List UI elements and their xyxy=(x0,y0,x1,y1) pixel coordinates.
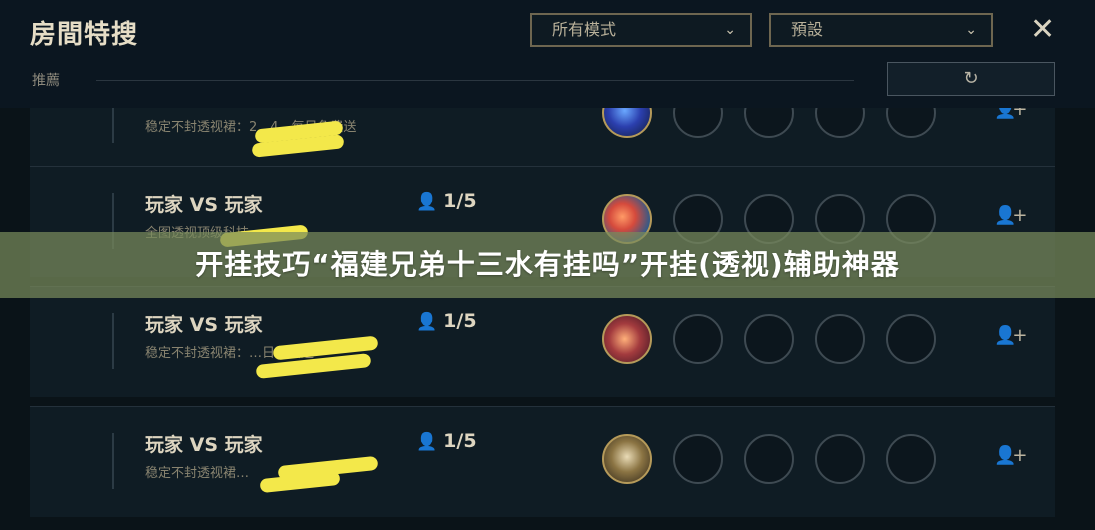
join-party-icon[interactable]: 👤+ xyxy=(994,325,1027,346)
refresh-icon: ↻ xyxy=(963,68,979,89)
preset-dropdown-label: 預設 xyxy=(791,20,824,39)
host-avatar[interactable] xyxy=(602,108,652,138)
join-party-icon[interactable]: 👤+ xyxy=(994,205,1027,226)
player-count: 👤 1/5 xyxy=(416,310,477,332)
join-party-icon[interactable]: 👤+ xyxy=(994,108,1027,120)
empty-slot[interactable] xyxy=(744,434,794,484)
overlay-banner: 开挂技巧“福建兄弟十三水有挂吗”开挂(透视)辅助神器 xyxy=(0,232,1095,298)
room-name: 玩家 VS 玩家 xyxy=(145,314,263,336)
row-divider xyxy=(112,433,114,489)
join-party-icon[interactable]: 👤+ xyxy=(994,445,1027,466)
chevron-down-icon: ⌄ xyxy=(965,22,977,38)
person-icon: 👤 xyxy=(416,312,438,332)
close-icon[interactable]: ✕ xyxy=(1030,12,1055,48)
host-avatar[interactable] xyxy=(602,434,652,484)
mode-dropdown[interactable]: 所有模式 ⌄ xyxy=(530,13,752,47)
empty-slot[interactable] xyxy=(744,314,794,364)
person-icon: 👤 xyxy=(416,192,438,212)
empty-slot[interactable] xyxy=(815,108,865,138)
player-count: 👤 1/5 xyxy=(416,430,477,452)
empty-slot[interactable] xyxy=(815,314,865,364)
header-bar: 房間特搜 所有模式 ⌄ 預設 ⌄ ✕ 推薦 ↻ xyxy=(0,0,1095,108)
room-name: 玩家 VS 玩家 xyxy=(145,194,263,216)
row-divider xyxy=(112,313,114,369)
recommend-label: 推薦 xyxy=(32,73,60,89)
empty-slot[interactable] xyxy=(886,108,936,138)
room-list: 稳定不封透视裙：2…4，每日免费送 👤+ 玩家 VS 玩家 👤1/5 全图透视顶… xyxy=(30,108,1055,530)
room-row[interactable]: 玩家 VS 玩家 👤 1/5 稳定不封透视裙… 👤+ xyxy=(30,406,1055,517)
person-icon: 👤 xyxy=(416,432,438,452)
empty-slot[interactable] xyxy=(886,314,936,364)
chevron-down-icon: ⌄ xyxy=(724,22,736,38)
room-row[interactable]: 稳定不封透视裙：2…4，每日免费送 👤+ xyxy=(30,108,1055,171)
empty-slot[interactable] xyxy=(744,108,794,138)
row-divider xyxy=(112,108,114,143)
player-count: 👤 1/5 xyxy=(416,190,477,212)
room-row[interactable]: 玩家 VS 玩家 👤 1/5 稳定不封透视裙：…日免费送 👤+ xyxy=(30,286,1055,397)
refresh-button[interactable]: ↻ xyxy=(887,62,1055,96)
empty-slot[interactable] xyxy=(815,434,865,484)
divider xyxy=(96,80,854,81)
empty-slot[interactable] xyxy=(673,108,723,138)
page-title: 房間特搜 xyxy=(30,20,139,50)
empty-slot[interactable] xyxy=(673,434,723,484)
empty-slot[interactable] xyxy=(673,314,723,364)
preset-dropdown[interactable]: 預設 ⌄ xyxy=(769,13,993,47)
host-avatar[interactable] xyxy=(602,314,652,364)
room-name: 玩家 VS 玩家 xyxy=(145,434,263,456)
redaction-scribble xyxy=(259,470,341,494)
empty-slot[interactable] xyxy=(886,434,936,484)
room-description: 稳定不封透视裙… xyxy=(145,466,250,481)
mode-dropdown-label: 所有模式 xyxy=(552,20,617,39)
